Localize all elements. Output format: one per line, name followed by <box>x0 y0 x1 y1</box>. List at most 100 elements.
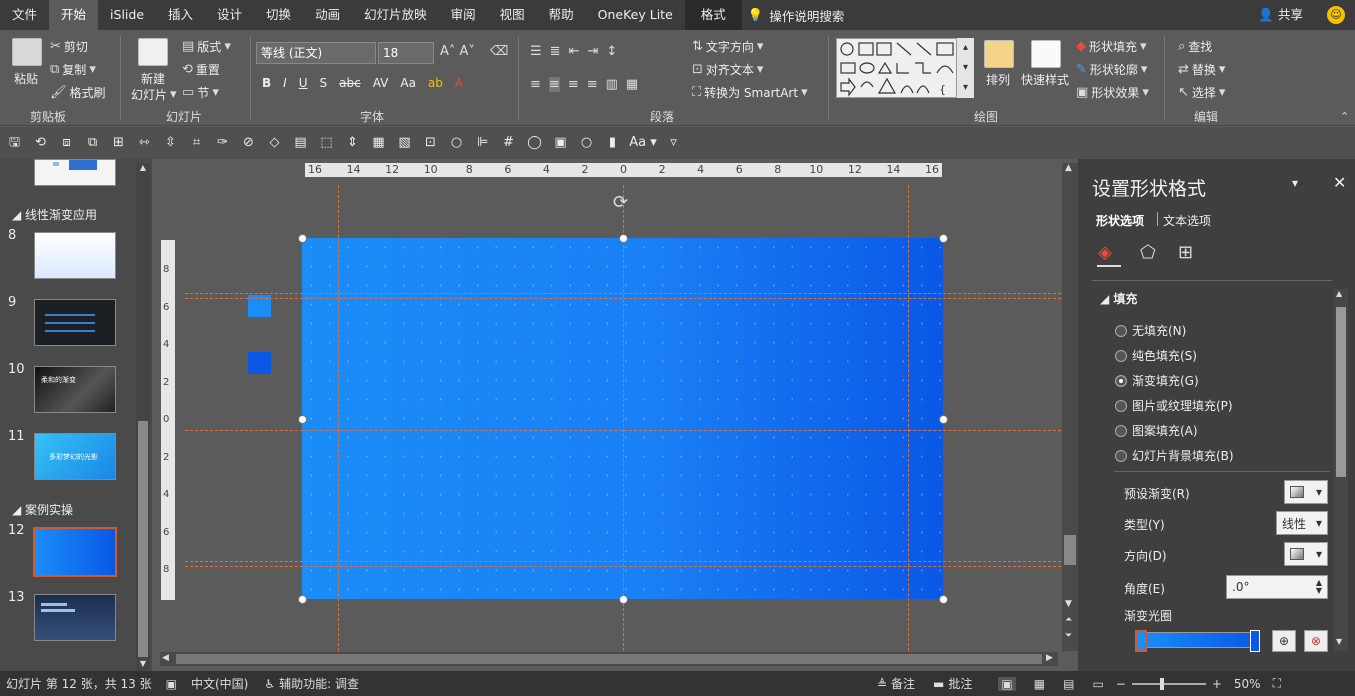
undo-icon[interactable]: ⟲ <box>29 133 52 153</box>
reading-view-icon[interactable]: ▤ <box>1063 677 1074 691</box>
ring-icon[interactable]: ◯ <box>523 133 546 153</box>
section-button[interactable]: ▭ 节 ▾ <box>182 84 219 101</box>
pattern-fill-option[interactable]: 图案填充(A) <box>1115 422 1198 439</box>
pentagon-icon[interactable]: ⬠ <box>1140 242 1156 263</box>
radio-button[interactable] <box>1115 424 1127 437</box>
char-spacing-button[interactable]: AV <box>373 76 389 90</box>
picture-icon[interactable]: ▧ <box>393 133 416 153</box>
align-center-icon[interactable]: ≡ <box>548 77 560 92</box>
tab-insert[interactable]: 插入 <box>156 0 205 30</box>
tab-design[interactable]: 设计 <box>205 0 254 30</box>
grid-icon[interactable]: ▦ <box>367 133 390 153</box>
scroll-thumb[interactable] <box>138 421 148 657</box>
save-icon[interactable]: 🖫 <box>3 133 26 153</box>
slide-sorter-icon[interactable]: ▦ <box>1034 677 1045 691</box>
format-painter-button[interactable]: 🖌 格式刷 <box>50 84 106 101</box>
tell-me-search[interactable]: 💡 操作说明搜索 <box>748 6 845 25</box>
italic-button[interactable]: I <box>283 76 287 90</box>
underline-button[interactable]: U <box>299 76 308 90</box>
slide-thumbnail-7[interactable] <box>34 159 116 186</box>
scroll-up-icon[interactable]: ▲ <box>1065 163 1072 173</box>
bar-icon[interactable]: ▮ <box>601 133 624 153</box>
reset-button[interactable]: ⟲ 重置 <box>182 61 220 78</box>
indent-decrease-icon[interactable]: ⇤ <box>569 44 580 59</box>
distribute-h-icon[interactable]: ⇿ <box>133 133 156 153</box>
quick-styles-icon[interactable] <box>1031 40 1061 68</box>
spelling-icon[interactable]: ▣ <box>166 677 177 691</box>
angle-spinner[interactable]: .0° ▲ ▼ <box>1226 575 1328 599</box>
smiley-icon[interactable]: ☺ <box>1327 6 1345 24</box>
slide-thumbnail-8[interactable] <box>34 232 116 279</box>
section-linear-gradient[interactable]: ◢ 线性渐变应用 <box>12 206 97 223</box>
slideshow-icon[interactable]: ▭ <box>1092 677 1103 691</box>
slide-thumbnail-12[interactable] <box>33 527 117 577</box>
add-stop-icon[interactable]: ⊕ <box>1272 630 1296 652</box>
resize-handle[interactable] <box>939 415 948 424</box>
zoom-slider[interactable] <box>1131 677 1206 690</box>
tab-transitions[interactable]: 切换 <box>254 0 303 30</box>
shape-edit-icon[interactable]: ◇ <box>263 133 286 153</box>
tab-help[interactable]: 帮助 <box>537 0 586 30</box>
remove-stop-icon[interactable]: ⊗ <box>1304 630 1328 652</box>
scroll-up-icon[interactable]: ▲ <box>1336 289 1342 298</box>
customize-icon[interactable]: ▿ <box>662 133 685 153</box>
zoom-out-icon[interactable]: − <box>1116 677 1126 691</box>
tab-home[interactable]: 开始 <box>49 0 99 30</box>
guide-line[interactable] <box>623 185 624 651</box>
no-fill-option[interactable]: 无填充(N) <box>1115 322 1186 339</box>
tab-review[interactable]: 审阅 <box>439 0 488 30</box>
radio-button[interactable] <box>1115 349 1127 362</box>
direction-dropdown[interactable]: ▾ <box>1284 542 1328 566</box>
clear-format-button[interactable]: ⌫ <box>490 44 508 59</box>
background-fill-option[interactable]: 幻灯片背景填充(B) <box>1115 447 1234 464</box>
text-case-icon[interactable]: Aa ▾ <box>627 133 659 153</box>
resize-handle[interactable] <box>619 234 628 243</box>
scroll-thumb[interactable] <box>1336 307 1346 477</box>
align-left-icon[interactable]: ⊫ <box>471 133 494 153</box>
scroll-up-icon[interactable]: ▲ <box>138 163 148 175</box>
align-left-icon[interactable]: ≡ <box>530 77 541 92</box>
hash-icon[interactable]: # <box>497 133 520 153</box>
find-button[interactable]: ⌕ 查找 <box>1178 38 1212 55</box>
indent-increase-icon[interactable]: ⇥ <box>587 44 598 59</box>
scroll-thumb[interactable] <box>1064 535 1076 565</box>
lock-icon[interactable]: ⊡ <box>419 133 442 153</box>
arrange-icon[interactable] <box>984 40 1014 68</box>
highlight-icon[interactable]: ab <box>428 76 443 90</box>
slide-thumbnail-11[interactable]: 多彩梦幻的光影 <box>34 433 116 480</box>
shapes-gallery[interactable]: { <box>836 38 974 98</box>
solid-fill-option[interactable]: 纯色填充(S) <box>1115 347 1197 364</box>
vertical-scrollbar[interactable]: ▲ ▼ ⏶ ⏷ <box>1062 163 1078 651</box>
scroll-left-icon[interactable]: ◀ <box>162 653 169 663</box>
type-dropdown[interactable]: 线性 ▾ <box>1276 511 1328 535</box>
copy-button[interactable]: ⧉ 复制 ▾ <box>50 61 96 78</box>
shapes-scroll[interactable]: ▴ ▾ ▾ <box>956 38 974 98</box>
tab-slideshow[interactable]: 幻灯片放映 <box>352 0 439 30</box>
bullets-icon[interactable]: ☰ <box>530 44 542 59</box>
shadow-icon[interactable]: ▣ <box>549 133 572 153</box>
pane-scrollbar[interactable]: ▲ ▼ <box>1334 289 1348 651</box>
eyedropper-icon[interactable]: ✑ <box>211 133 234 153</box>
share-button[interactable]: 👤 共享 <box>1258 0 1303 30</box>
tab-shape-options[interactable]: 形状选项 <box>1096 212 1144 229</box>
text-box-icon[interactable]: ▤ <box>289 133 312 153</box>
replace-button[interactable]: ⇄ 替换 ▾ <box>1178 61 1225 78</box>
shape-fill-button[interactable]: ◆ 形状填充 ▾ <box>1076 38 1147 55</box>
scroll-down-icon[interactable]: ▼ <box>1065 599 1072 609</box>
prev-slide-icon[interactable]: ⏶ <box>1065 615 1072 625</box>
shape-effects-button[interactable]: ▣ 形状效果 ▾ <box>1076 84 1149 101</box>
new-slide-icon[interactable] <box>138 38 168 66</box>
justify-icon[interactable]: ≡ <box>587 77 598 92</box>
language-indicator[interactable]: 中文(中国) <box>191 675 248 692</box>
section-case-practice[interactable]: ◢ 案例实操 <box>12 501 73 518</box>
tab-view[interactable]: 视图 <box>488 0 537 30</box>
align-text-button[interactable]: ⊡ 对齐文本 ▾ <box>692 61 763 78</box>
collapse-ribbon-icon[interactable]: ⌃ <box>1340 110 1349 123</box>
resize-handle[interactable] <box>298 234 307 243</box>
scroll-down-icon[interactable]: ▼ <box>138 659 148 671</box>
zoom-in-icon[interactable]: + <box>1212 677 1222 691</box>
resize-handle[interactable] <box>298 595 307 604</box>
tab-onekey[interactable]: OneKey Lite <box>586 0 685 30</box>
paste-icon[interactable] <box>12 38 42 66</box>
merge-shapes-icon[interactable]: ⊘ <box>237 133 260 153</box>
